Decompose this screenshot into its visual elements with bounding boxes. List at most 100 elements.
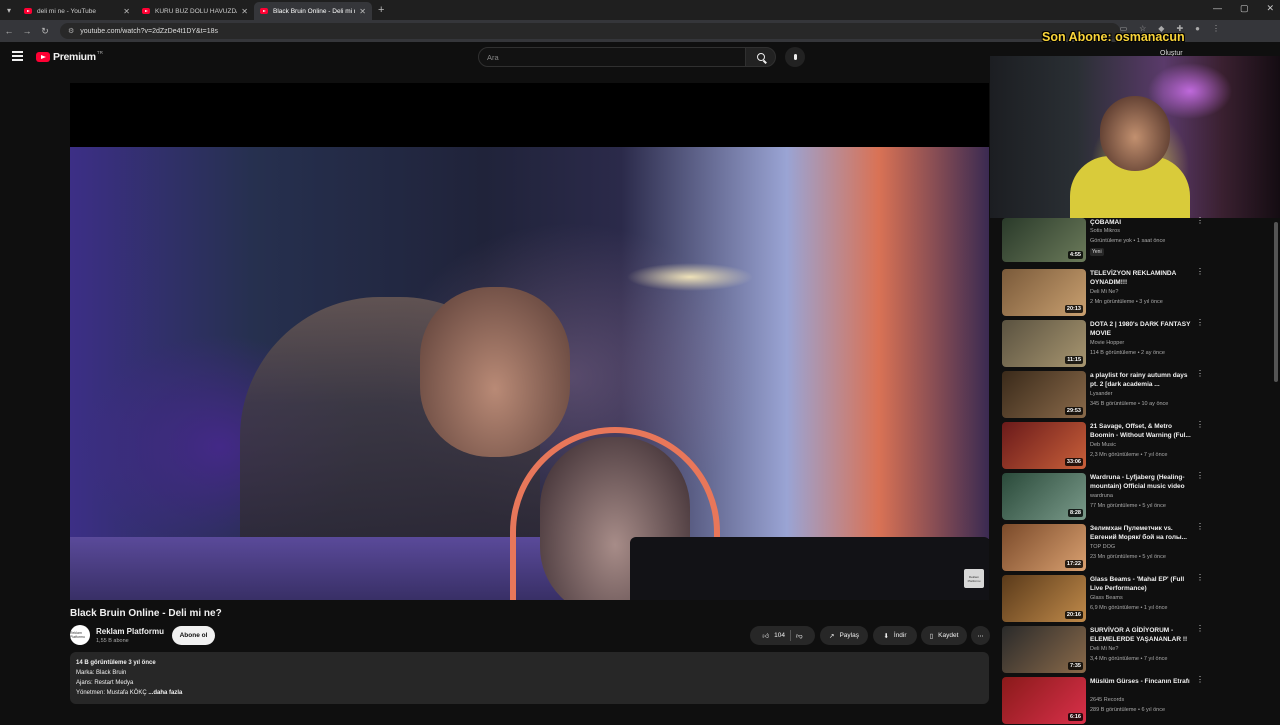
like-count[interactable]: 104 [774, 632, 785, 639]
close-tab-icon[interactable]: ✕ [123, 7, 130, 16]
like-icon[interactable]: 👍︎ [762, 632, 769, 640]
hamburger-menu-icon[interactable] [12, 51, 23, 63]
recommendation-title[interactable]: ÇOBAMAI [1090, 218, 1194, 227]
recommendation-title[interactable]: 21 Savage, Offset, & Metro Boomin - With… [1090, 422, 1194, 440]
video-duration: 20:16 [1064, 611, 1083, 619]
recommendation-channel[interactable]: TOP DOG [1090, 544, 1115, 550]
search-input[interactable]: Ara [478, 47, 746, 67]
recommendation-item[interactable]: 20:16 Glass Beams - 'Mahal EP' (Full Live… [1002, 574, 1270, 623]
site-info-icon[interactable]: ⚙ [68, 27, 74, 35]
recommendation-item[interactable]: 29:53 a playlist for rainy autumn days pt… [1002, 370, 1270, 419]
more-actions-icon[interactable]: ⋯ [971, 626, 990, 645]
video-duration: 11:15 [1065, 356, 1083, 364]
profile-icon[interactable]: ● [1195, 24, 1200, 33]
youtube-premium-logo[interactable]: Premium TR [36, 50, 103, 63]
video-thumbnail[interactable]: 4:55 [1002, 218, 1086, 262]
close-tab-icon[interactable]: ✕ [359, 7, 366, 16]
recommendation-channel[interactable]: Movie Hopper [1090, 340, 1124, 346]
video-thumbnail[interactable]: 33:06 [1002, 422, 1086, 469]
reload-icon[interactable]: ↻ [36, 26, 54, 37]
video-thumbnail[interactable]: 8:28 [1002, 473, 1086, 520]
recommendation-item[interactable]: 4:55 ÇOBAMAI Sotis Mikros Görüntüleme yok •… [1002, 217, 1270, 266]
recommendation-item[interactable]: 33:06 21 Savage, Offset, & Metro Boomin -… [1002, 421, 1270, 470]
recommendation-title[interactable]: Müslüm Gürses - Fincanın Etrafı [1090, 677, 1194, 686]
channel-name[interactable]: Reklam Platformu [96, 627, 164, 636]
show-more-link[interactable]: ...daha fazla [148, 690, 182, 696]
recommendation-channel[interactable]: Sotis Mikros [1090, 228, 1120, 234]
description-box[interactable]: 14 B görüntüleme 3 yıl önce Marka: Black… [70, 652, 989, 704]
more-options-icon[interactable]: ⋮ [1196, 370, 1204, 378]
recommendation-title[interactable]: Зелимхан Пулеметчик vs. Евгений Моряк/ б… [1090, 524, 1194, 542]
url-field[interactable]: ⚙ youtube.com/watch?v=2dZzDe4t1DY&t=18s [60, 23, 1120, 39]
share-button[interactable]: ↗ Paylaş [820, 626, 868, 645]
video-thumbnail[interactable]: 6:16 [1002, 677, 1086, 724]
browser-tab[interactable]: deli mi ne - YouTube ✕ [18, 2, 136, 20]
more-options-icon[interactable]: ⋮ [1196, 268, 1204, 276]
close-window-icon[interactable]: ✕ [1266, 3, 1274, 14]
recommendation-title[interactable]: Wardruna - Lyfjaberg (Healing-mountain) … [1090, 473, 1194, 491]
recommendation-item[interactable]: 8:28 Wardruna - Lyfjaberg (Healing-mounta… [1002, 472, 1270, 521]
subscribe-button[interactable]: Abone ol [172, 626, 215, 645]
recommendation-channel[interactable]: Glass Beams [1090, 595, 1123, 601]
more-options-icon[interactable]: ⋮ [1196, 523, 1204, 531]
recommendation-channel[interactable]: wardruna [1090, 493, 1113, 499]
video-thumbnail[interactable]: 20:13 [1002, 269, 1086, 316]
recommendation-item[interactable]: 6:16 Müslüm Gürses - Fincanın Etrafı 2645 … [1002, 676, 1270, 725]
browser-tab[interactable]: KURU BUZ DOLU HAVUZDA KA ✕ [136, 2, 254, 20]
recommendation-meta: 6,9 Mn görüntüleme • 1 yıl önce [1090, 605, 1168, 611]
search-button[interactable] [745, 47, 776, 67]
more-options-icon[interactable]: ⋮ [1196, 319, 1204, 327]
voice-search-icon[interactable] [785, 47, 805, 67]
minimize-icon[interactable]: — [1213, 3, 1222, 14]
tab-title: KURU BUZ DOLU HAVUZDA KA [155, 7, 238, 15]
recommendation-title[interactable]: a playlist for rainy autumn days pt. 2 [… [1090, 371, 1194, 389]
recommendation-meta: 2 Mn görüntüleme • 3 yıl önce [1090, 299, 1163, 305]
channel-watermark[interactable]: Reklam Platformu [964, 569, 984, 588]
video-thumbnail[interactable]: 20:16 [1002, 575, 1086, 622]
recommendation-title[interactable]: TELEVİZYON REKLAMINDA OYNADIM!!! [1090, 269, 1194, 287]
video-title: Black Bruin Online - Deli mi ne? [70, 608, 222, 619]
dislike-icon[interactable]: 👎︎ [796, 632, 803, 640]
forward-icon[interactable]: → [18, 26, 36, 36]
recommendation-meta: 345 B görüntüleme • 10 ay önce [1090, 401, 1169, 407]
recommendation-channel[interactable]: Deb Music [1090, 442, 1116, 448]
save-button[interactable]: ▯ Kaydet [921, 626, 967, 645]
recommendation-meta: Görüntüleme yok • 1 saat önce [1090, 238, 1166, 244]
menu-dots-icon[interactable]: ⋮ [1212, 24, 1220, 33]
recommendation-title[interactable]: DOTA 2 | 1980's DARK FANTASY MOVIE [1090, 320, 1194, 338]
recommendation-channel[interactable]: 2645 Records [1090, 697, 1124, 703]
video-duration: 4:55 [1067, 251, 1083, 259]
more-options-icon[interactable]: ⋮ [1196, 217, 1204, 225]
more-options-icon[interactable]: ⋮ [1196, 421, 1204, 429]
more-options-icon[interactable]: ⋮ [1196, 472, 1204, 480]
recommendation-item[interactable]: 17:22 Зелимхан Пулеметчик vs. Евгений Мор… [1002, 523, 1270, 572]
recommendation-channel[interactable]: Deli Mi Ne? [1090, 646, 1118, 652]
back-icon[interactable]: ← [0, 26, 18, 36]
recommendation-title[interactable]: Glass Beams - 'Mahal EP' (Full Live Perf… [1090, 575, 1194, 593]
recommendation-channel[interactable]: Deli Mi Ne? [1090, 289, 1118, 295]
more-options-icon[interactable]: ⋮ [1196, 625, 1204, 633]
more-options-icon[interactable]: ⋮ [1196, 574, 1204, 582]
scrollbar[interactable] [1274, 222, 1278, 382]
video-thumbnail[interactable]: 7:35 [1002, 626, 1086, 673]
browser-tab-active[interactable]: Black Bruin Online - Deli mi ne ✕ [254, 2, 372, 20]
tab-list-dropdown-icon[interactable]: ▾ [0, 0, 18, 20]
video-player[interactable]: Reklam Platformu [70, 83, 989, 600]
video-frame [70, 147, 989, 600]
more-options-icon[interactable]: ⋮ [1196, 676, 1204, 684]
recommendation-item[interactable]: 11:15 DOTA 2 | 1980's DARK FANTASY MOVIE M… [1002, 319, 1270, 368]
recommendation-item[interactable]: 7:35 SURVİVOR A GİDİYORUM - ELEMELERDE YA… [1002, 625, 1270, 674]
description-line: Yönetmen: Mustafa KÖKÇ [76, 690, 147, 696]
video-thumbnail[interactable]: 11:15 [1002, 320, 1086, 367]
new-tab-icon[interactable]: + [378, 4, 384, 16]
channel-avatar[interactable]: Reklam Platformu [70, 625, 90, 645]
video-thumbnail[interactable]: 17:22 [1002, 524, 1086, 571]
recommendation-title[interactable]: SURVİVOR A GİDİYORUM - ELEMELERDE YAŞANA… [1090, 626, 1194, 644]
video-thumbnail[interactable]: 29:53 [1002, 371, 1086, 418]
maximize-icon[interactable]: ▢ [1240, 3, 1249, 14]
recommendation-item[interactable]: 20:13 TELEVİZYON REKLAMINDA OYNADIM!!! Del… [1002, 268, 1270, 317]
recommendation-channel[interactable]: Lysander [1090, 391, 1112, 397]
download-button[interactable]: ⬇ İndir [873, 626, 917, 645]
close-tab-icon[interactable]: ✕ [241, 7, 248, 16]
recommendation-meta: 77 Mn görüntüleme • 5 yıl önce [1090, 503, 1166, 509]
